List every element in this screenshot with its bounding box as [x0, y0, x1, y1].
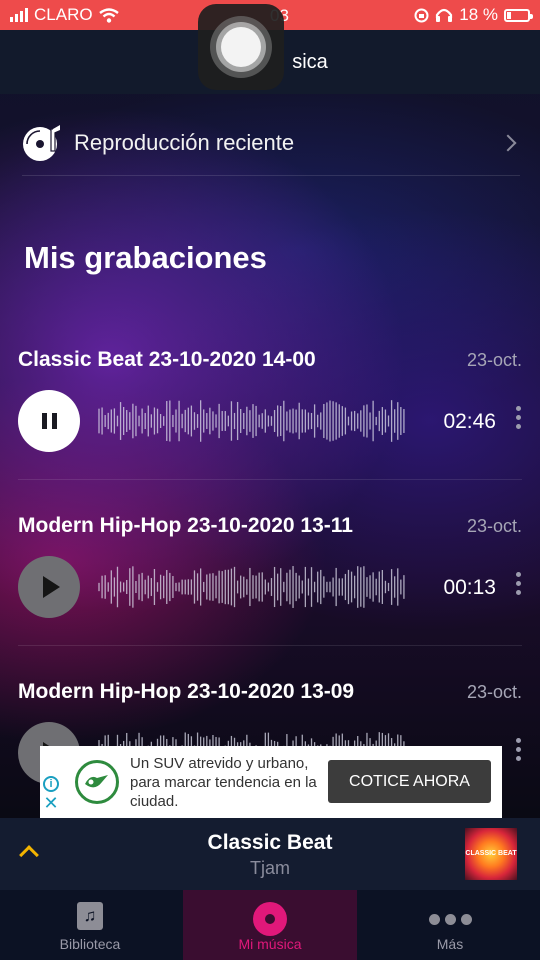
music-note-icon: ♫ [77, 902, 103, 930]
tab-more[interactable]: Más [360, 890, 540, 960]
waveform [98, 566, 405, 608]
recent-playback-label: Reproducción reciente [74, 129, 295, 155]
tab-label: Más [436, 936, 464, 952]
pause-button[interactable] [18, 390, 80, 452]
tab-label: Biblioteca [59, 936, 121, 952]
waveform [98, 400, 405, 442]
ad-close-icon[interactable]: ✕ [43, 794, 58, 812]
divider [18, 645, 522, 646]
more-dots-icon [428, 914, 472, 925]
tab-my-music[interactable]: Mi música [183, 890, 357, 960]
battery-percent: 18 % [459, 5, 498, 24]
ad-info-icon[interactable]: i [43, 776, 59, 792]
page-title: sica [292, 50, 328, 73]
recording-item[interactable]: Classic Beat 23-10-2020 14-00 23-oct. 02… [0, 348, 540, 514]
recording-duration: 02:46 [443, 410, 496, 433]
section-title: Mis grabaciones [24, 240, 267, 275]
play-button[interactable] [18, 556, 80, 618]
now-playing-title: Classic Beat [207, 831, 333, 854]
ad-text: Un SUV atrevido y urbano, para marcar te… [130, 755, 317, 810]
ad-banner[interactable]: i ✕ Un SUV atrevido y urbano, para marca… [40, 746, 502, 818]
recording-item[interactable]: Modern Hip-Hop 23-10-2020 13-11 23-oct. … [0, 514, 540, 680]
recording-title: Modern Hip-Hop 23-10-2020 13-09 [18, 680, 355, 703]
signal-icon [10, 8, 28, 22]
wifi-icon [98, 7, 119, 23]
recording-date: 23-oct. [466, 350, 522, 370]
recording-date: 23-oct. [466, 516, 522, 536]
album-art-label: CLASSIC BEAT [465, 850, 517, 857]
recent-playback-row[interactable]: Reproducción reciente [22, 110, 520, 176]
recording-date: 23-oct. [466, 682, 522, 702]
tab-label: Mi música [238, 936, 302, 952]
now-playing-bar[interactable]: Classic Beat Tjam CLASSIC BEAT [0, 818, 540, 890]
recording-duration: 00:13 [443, 576, 496, 599]
lock-rotation-icon [414, 8, 429, 22]
carrier-label: CLARO [34, 5, 93, 24]
chevron-right-icon [499, 134, 517, 151]
recording-title: Modern Hip-Hop 23-10-2020 13-11 [18, 514, 353, 537]
recording-title: Classic Beat 23-10-2020 14-00 [18, 348, 316, 371]
battery-icon [504, 8, 533, 22]
now-playing-artist: Tjam [250, 858, 290, 878]
divider [18, 479, 522, 480]
tab-bar: ♫ Biblioteca Mi música Más [0, 890, 540, 960]
recent-playback-icon [23, 124, 60, 161]
more-options-icon[interactable] [516, 406, 522, 429]
pause-icon [41, 413, 57, 429]
play-icon [43, 576, 60, 598]
disc-icon [253, 902, 287, 936]
album-art[interactable]: CLASSIC BEAT [465, 828, 517, 880]
tab-library[interactable]: ♫ Biblioteca [0, 890, 180, 960]
more-options-icon[interactable] [516, 738, 522, 761]
more-options-icon[interactable] [516, 572, 522, 595]
ad-cta-button[interactable]: COTICE AHORA [328, 760, 491, 803]
assistive-touch-button[interactable] [198, 4, 284, 90]
headphones-icon [436, 8, 453, 22]
brand-logo [75, 760, 119, 804]
